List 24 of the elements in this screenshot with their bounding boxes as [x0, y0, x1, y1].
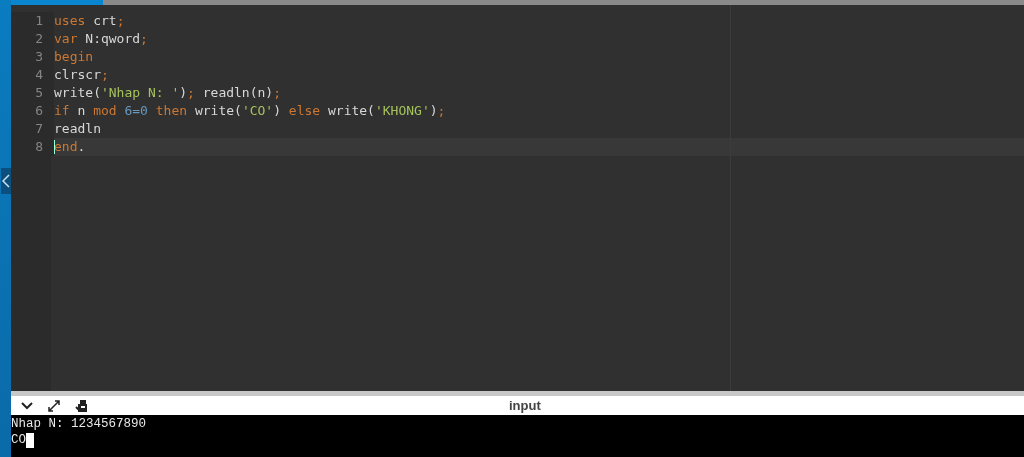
code-line: begin: [54, 48, 94, 66]
chevron-down-icon[interactable]: [21, 401, 33, 410]
line-number: 8: [11, 138, 54, 156]
line-number: 2: [11, 30, 54, 48]
code-editor[interactable]: 1 uses crt; 2 var N:qword; 3 begin 4 clrscr; 5 write('Nhap N: '); readln(n); 6 if n mod 6=0 then write('CO') else write('KHONG'); 7 readln 8 end.: [11, 5, 1024, 391]
code-line: write('Nhap N: '); readln(n);: [54, 84, 281, 102]
code-line: clrscr;: [54, 66, 109, 84]
line-number: 1: [11, 12, 54, 30]
expand-icon[interactable]: [47, 398, 61, 413]
code-line: end.: [54, 138, 86, 156]
code-line: if n mod 6=0 then write('CO') else write('KHONG');: [54, 102, 446, 120]
console-line: Nhap N: 1234567890: [11, 416, 147, 432]
line-number: 4: [11, 66, 54, 84]
line-number: 5: [11, 84, 54, 102]
code-line: readln: [54, 120, 101, 138]
collapse-icon[interactable]: [0, 167, 11, 194]
console-title: input: [509, 398, 541, 413]
console-line: CO: [11, 432, 26, 448]
line-number: 6: [11, 102, 54, 120]
clear-icon[interactable]: [75, 398, 89, 413]
line-number: 3: [11, 48, 54, 66]
code-line: uses crt;: [54, 12, 125, 30]
line-number: 7: [11, 120, 54, 138]
code-line: var N:qword;: [54, 30, 148, 48]
